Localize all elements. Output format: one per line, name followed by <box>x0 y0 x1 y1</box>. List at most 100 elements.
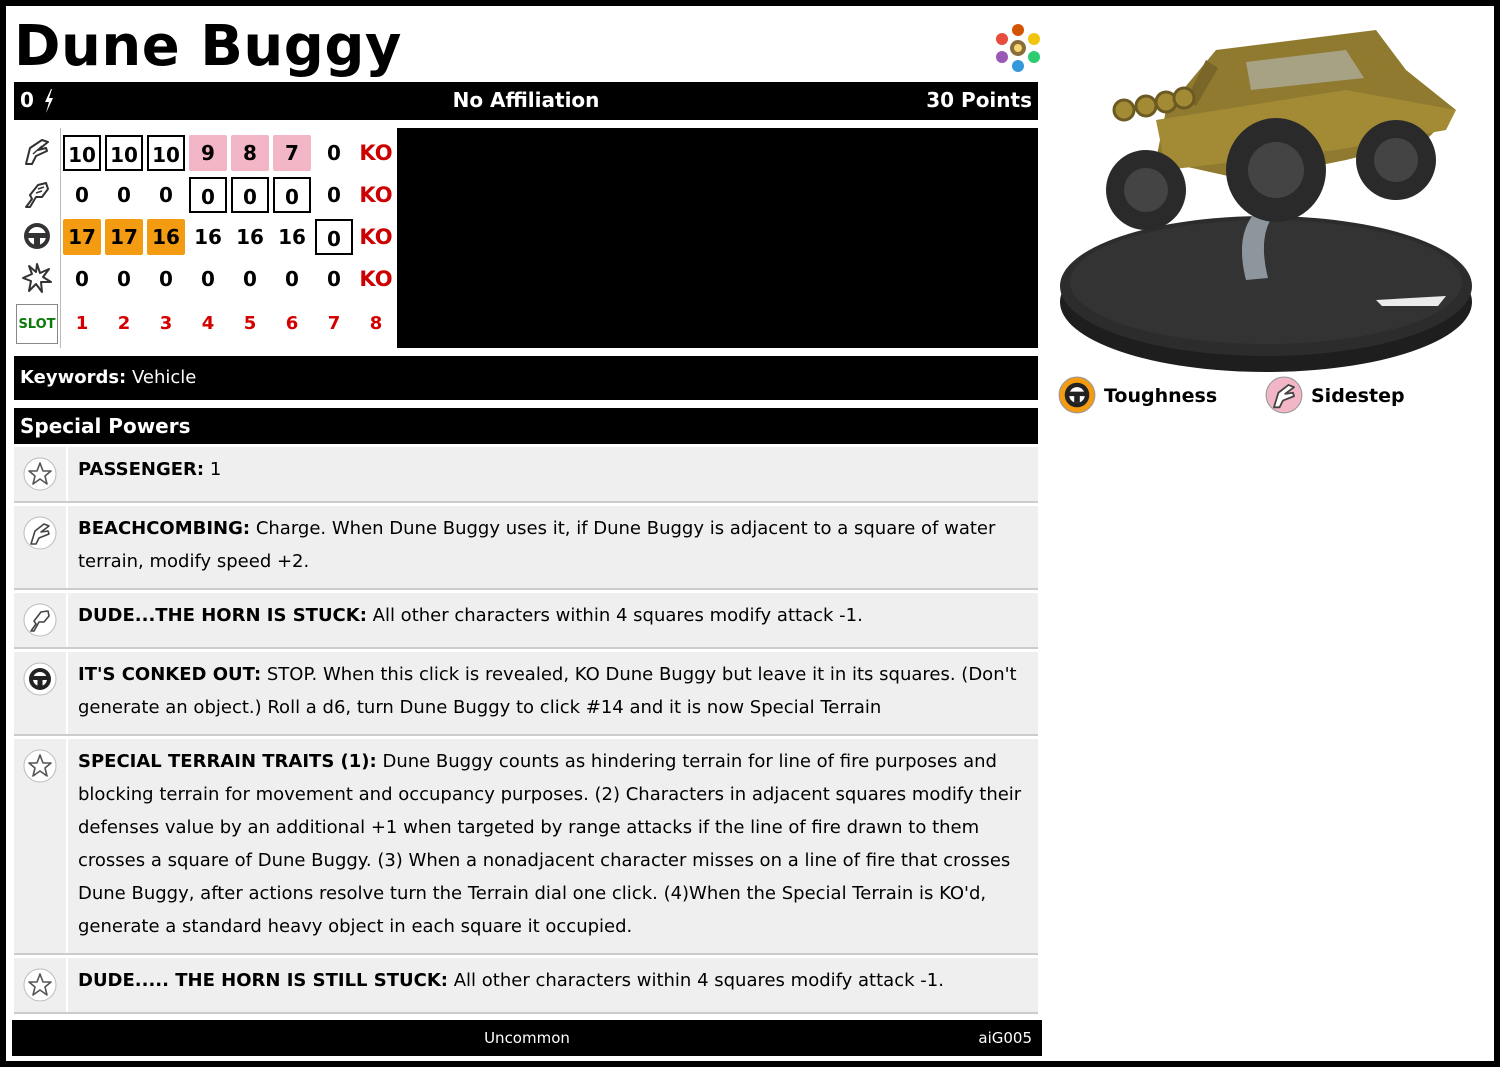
info-bar: 0 No Affiliation 30 Points <box>14 82 1038 120</box>
power-icon-cell <box>14 739 68 955</box>
legend-label: Toughness <box>1104 385 1218 407</box>
speed-value-click-3: 10 <box>147 135 185 171</box>
star-icon <box>23 968 57 1002</box>
power-text: Dune Buggy counts as hindering terrain f… <box>78 751 1022 937</box>
slot-number-3: 3 <box>159 313 173 334</box>
attack-value-click-7: 0 <box>327 183 341 207</box>
defense-value-click-8: KO <box>359 225 393 249</box>
combat-dial: SLOT 10 10 10 9 8 7 0 KO 0 0 0 0 0 0 0 KO 17 17 16 16 16 16 0 K… <box>14 128 397 348</box>
power-divider <box>14 1012 1038 1014</box>
special-power-1: PASSENGER: 1 <box>14 447 1038 503</box>
special-power-3: DUDE...THE HORN IS STUCK: All other char… <box>14 593 1038 649</box>
power-name: SPECIAL TERRAIN TRAITS (1): <box>78 751 377 772</box>
keywords-label: Keywords: <box>20 367 127 388</box>
power-icon-cell <box>14 506 68 590</box>
starburst-icon <box>22 263 52 293</box>
defense-value-click-5: 16 <box>236 225 264 249</box>
steering-wheel-icon <box>23 662 57 696</box>
boot-icon <box>1265 376 1303 414</box>
attack-value-click-8: KO <box>359 183 393 207</box>
slot-number-1: 1 <box>75 313 89 334</box>
stat-icon-column: SLOT <box>14 128 61 348</box>
slot-label: SLOT <box>16 304 58 344</box>
power-icon-cell <box>14 652 68 736</box>
combat-dial-panel: SLOT 10 10 10 9 8 7 0 KO 0 0 0 0 0 0 0 KO 17 17 16 16 16 16 0 K… <box>14 128 1038 348</box>
damage-value-click-8: KO <box>359 267 393 291</box>
power-icon-cell <box>14 593 68 649</box>
set-code: aiG005 <box>978 1029 1032 1047</box>
defense-value-click-4: 16 <box>194 225 222 249</box>
power-divider <box>14 953 1038 955</box>
keywords-bar: Keywords: Vehicle <box>14 356 1038 400</box>
slot-number-7: 7 <box>327 313 341 334</box>
damage-value-click-1: 0 <box>75 267 89 291</box>
special-powers-label: Special Powers <box>20 414 191 438</box>
power-name: IT'S CONKED OUT: <box>78 664 262 685</box>
legend-label: Sidestep <box>1311 385 1405 407</box>
power-text: All other characters within 4 squares mo… <box>366 605 863 626</box>
power-name: PASSENGER: <box>78 459 205 480</box>
speed-value-click-2: 10 <box>105 135 143 171</box>
power-icon-cell <box>14 447 68 503</box>
infinity-gems-icon <box>996 24 1040 72</box>
power-description: SPECIAL TERRAIN TRAITS (1): Dune Buggy c… <box>68 739 1038 955</box>
defense-value-click-6: 16 <box>278 225 306 249</box>
damage-value-click-5: 0 <box>243 267 257 291</box>
slot-number-4: 4 <box>201 313 215 334</box>
damage-value-click-4: 0 <box>201 267 215 291</box>
speed-value-click-7: 0 <box>327 141 341 165</box>
power-description: PASSENGER: 1 <box>68 447 1038 503</box>
power-divider <box>14 647 1038 649</box>
steering-wheel-icon <box>24 223 50 249</box>
special-power-4: IT'S CONKED OUT: STOP. When this click i… <box>14 652 1038 736</box>
power-description: DUDE...THE HORN IS STUCK: All other char… <box>68 593 1038 649</box>
damage-value-click-7: 0 <box>327 267 341 291</box>
attack-value-click-5: 0 <box>231 177 269 213</box>
power-divider <box>14 588 1038 590</box>
power-text: 1 <box>204 459 222 480</box>
keywords: Keywords: Vehicle <box>20 367 196 388</box>
speed-value-click-1: 10 <box>63 135 101 171</box>
defense-value-click-7: 0 <box>315 219 353 255</box>
rarity: Uncommon <box>484 1029 570 1047</box>
damage-value-click-2: 0 <box>117 267 131 291</box>
fist-icon <box>25 182 49 208</box>
attack-value-click-1: 0 <box>75 183 89 207</box>
speed-value-click-5: 8 <box>231 135 269 171</box>
power-description: BEACHCOMBING: Charge. When Dune Buggy us… <box>68 506 1038 590</box>
slot-number-2: 2 <box>117 313 131 334</box>
card-frame: Dune Buggy 0 No Affiliation 30 Points SL… <box>6 6 1494 1061</box>
affiliation: No Affiliation <box>452 88 600 112</box>
points-value: 30 Points <box>926 88 1032 112</box>
slot-number-8: 8 <box>369 313 383 334</box>
defense-value-click-1: 17 <box>63 219 101 255</box>
power-divider <box>14 734 1038 736</box>
special-power-5: SPECIAL TERRAIN TRAITS (1): Dune Buggy c… <box>14 739 1038 955</box>
special-power-6: DUDE..... THE HORN IS STILL STUCK: All o… <box>14 958 1038 1014</box>
card-footer: Uncommon aiG005 <box>12 1020 1042 1056</box>
defense-value-click-3: 16 <box>147 219 185 255</box>
boot-icon <box>23 516 57 550</box>
power-name: DUDE...THE HORN IS STUCK: <box>78 605 367 626</box>
defense-value-click-2: 17 <box>105 219 143 255</box>
attack-value-click-2: 0 <box>117 183 131 207</box>
boot-icon <box>25 139 49 165</box>
figure-image <box>1060 30 1472 372</box>
power-description: DUDE..... THE HORN IS STILL STUCK: All o… <box>68 958 1038 1014</box>
damage-value-click-3: 0 <box>159 267 173 291</box>
attack-value-click-3: 0 <box>159 183 173 207</box>
power-description: IT'S CONKED OUT: STOP. When this click i… <box>68 652 1038 736</box>
speed-value-click-4: 9 <box>189 135 227 171</box>
attack-value-click-6: 0 <box>273 177 311 213</box>
star-icon <box>23 457 57 491</box>
special-power-2: BEACHCOMBING: Charge. When Dune Buggy us… <box>14 506 1038 590</box>
slot-number-6: 6 <box>285 313 299 334</box>
power-name: DUDE..... THE HORN IS STILL STUCK: <box>78 970 449 991</box>
fist-icon <box>23 603 57 637</box>
power-icon-cell <box>14 958 68 1014</box>
speed-value-click-6: 7 <box>273 135 311 171</box>
special-powers-header: Special Powers <box>14 408 1038 444</box>
star-icon <box>23 749 57 783</box>
keywords-value: Vehicle <box>131 367 197 388</box>
attack-value-click-4: 0 <box>189 177 227 213</box>
